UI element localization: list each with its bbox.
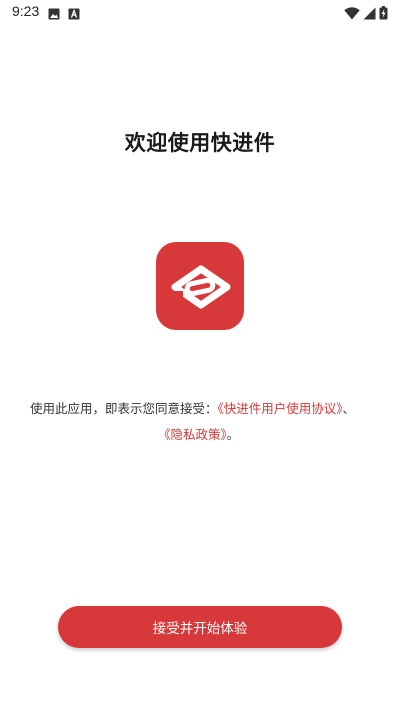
status-time: 9:23 [12,3,40,19]
status-left-icons [48,5,80,24]
user-agreement-link[interactable]: 《快进件用户使用协议》 [218,401,343,416]
accept-and-start-button[interactable]: 接受并开始体验 [58,606,342,648]
agreement-line-2: 《隐私政策》。 [30,422,370,448]
a-notification-icon [68,5,80,24]
app-logo-icon [156,242,244,330]
status-bar: 9:23 [0,0,400,24]
page-title: 欢迎使用快进件 [124,131,276,155]
wifi-icon [344,5,360,24]
image-icon [48,5,60,24]
status-right-icons [344,5,388,24]
signal-icon [363,5,376,24]
agreement-suffix: 。 [226,427,240,442]
battery-charging-icon [379,5,388,24]
agreement-line-1: 使用此应用，即表示您同意接受：《快进件用户使用协议》、 [30,396,370,422]
agreement-text: 使用此应用，即表示您同意接受：《快进件用户使用协议》、 《隐私政策》。 [30,396,370,448]
agreement-prefix: 使用此应用，即表示您同意接受： [30,401,218,416]
privacy-policy-link[interactable]: 《隐私政策》 [158,427,227,442]
agreement-separator: 、 [342,401,356,416]
